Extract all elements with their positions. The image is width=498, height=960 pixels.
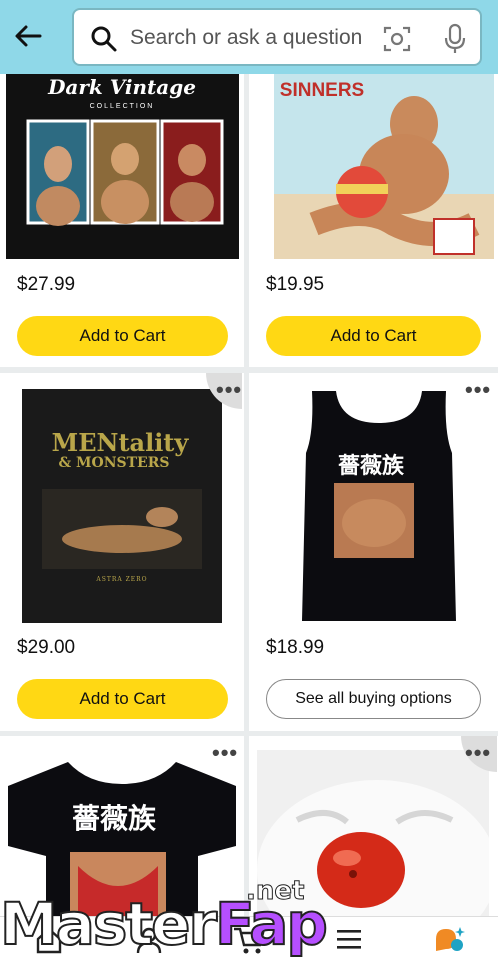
image-subtitle: COLLECTION	[90, 103, 155, 110]
add-to-cart-button[interactable]: Add to Cart	[17, 679, 228, 719]
search-icon	[91, 26, 117, 52]
image-subtitle: & MONSTERS	[59, 455, 170, 471]
product-price: $29.00	[17, 637, 76, 658]
product-card[interactable]: SINNERS $19.95 Add to Cart	[249, 74, 498, 367]
top-header: Search or ask a question	[0, 0, 498, 74]
product-image[interactable]: Dark Vintage COLLECTION	[6, 74, 239, 259]
menu-icon[interactable]	[336, 927, 362, 951]
camera-scan-icon[interactable]	[382, 24, 412, 54]
product-image[interactable]: SINNERS	[274, 74, 494, 259]
product-card[interactable]: 薔薇族 •••	[0, 736, 244, 916]
more-options-icon[interactable]: •••	[465, 740, 491, 766]
more-options-icon[interactable]: •••	[212, 740, 238, 766]
product-price: $27.99	[17, 274, 76, 295]
watermark-net: .net	[245, 876, 305, 907]
rufus-ai-icon[interactable]	[432, 925, 466, 955]
product-card[interactable]: Dark Vintage COLLECTION $27.99 Add to Ca…	[0, 74, 244, 367]
image-title: 薔薇族	[72, 802, 157, 835]
add-to-cart-button[interactable]: Add to Cart	[17, 316, 228, 356]
product-card[interactable]: 薔薇族 $18.99 See all buying options •••	[249, 373, 498, 731]
more-options-icon[interactable]: •••	[465, 377, 491, 403]
image-author: ASTRA ZERO	[95, 576, 147, 583]
product-card[interactable]: MENtality & MONSTERS ASTRA ZERO $29.00 A…	[0, 373, 244, 731]
product-price: $19.95	[266, 274, 325, 295]
product-image[interactable]: MENtality & MONSTERS ASTRA ZERO	[22, 389, 222, 623]
more-options-icon[interactable]: •••	[216, 377, 242, 403]
product-price: $18.99	[266, 637, 325, 658]
see-all-buying-options-button[interactable]: See all buying options	[266, 679, 481, 719]
image-title: SINNERS	[280, 80, 364, 101]
image-title: 薔薇族	[338, 453, 405, 479]
product-image[interactable]: 薔薇族	[274, 383, 484, 623]
microphone-icon[interactable]	[442, 23, 468, 55]
product-grid: Dark Vintage COLLECTION $27.99 Add to Ca…	[0, 74, 498, 916]
search-bar[interactable]: Search or ask a question	[72, 8, 482, 66]
image-title: MENtality	[52, 428, 190, 457]
add-to-cart-button[interactable]: Add to Cart	[266, 316, 481, 356]
image-title: Dark Vintage	[47, 75, 196, 99]
search-placeholder: Search or ask a question	[130, 26, 363, 49]
back-arrow-icon[interactable]	[10, 18, 46, 54]
